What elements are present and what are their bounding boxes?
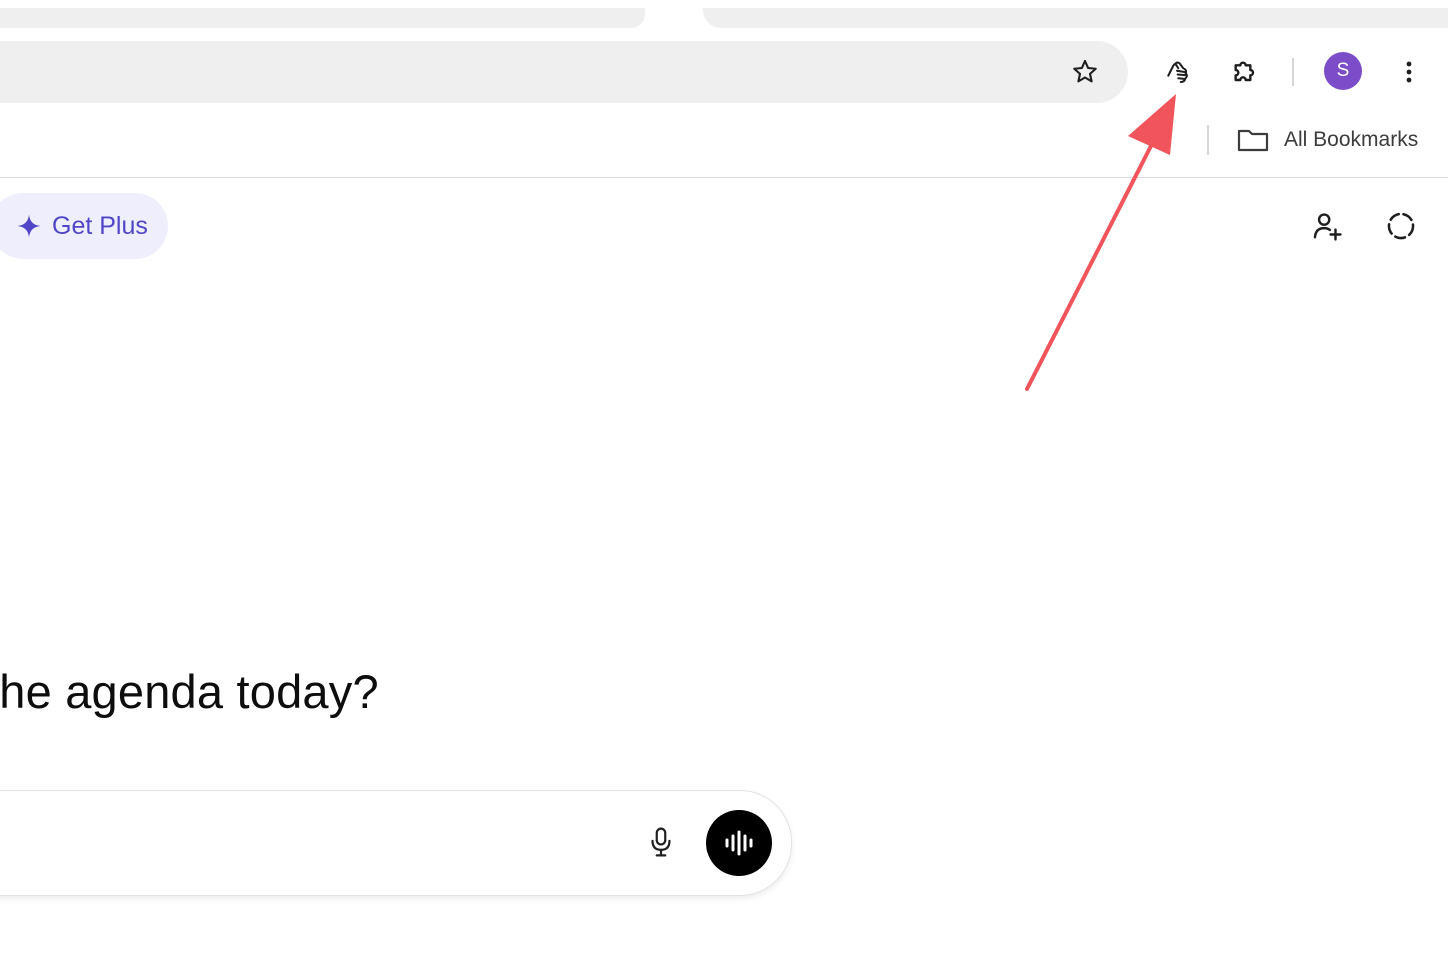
kebab-menu-icon [1406, 61, 1412, 83]
inactive-tab-right[interactable] [703, 8, 1448, 28]
chrome-divider [0, 177, 1448, 178]
folder-icon [1237, 129, 1269, 152]
dictate-button[interactable] [639, 820, 683, 864]
pinned-extension-button[interactable] [1155, 50, 1199, 94]
address-bar[interactable] [0, 41, 1128, 103]
dashed-circle-icon [1387, 212, 1415, 240]
browser-menu-button[interactable] [1387, 50, 1431, 94]
star-icon [1073, 59, 1097, 83]
get-plus-button[interactable]: Get Plus [0, 193, 168, 259]
profile-avatar[interactable]: S [1324, 52, 1362, 90]
avatar-letter: S [1336, 60, 1350, 81]
greeting-heading: the agenda today? [0, 665, 379, 718]
hand-extension-icon [1167, 61, 1188, 83]
all-bookmarks-button[interactable]: All Bookmarks [1236, 122, 1418, 158]
bookmark-star-button[interactable] [1063, 50, 1107, 94]
voice-mode-button[interactable] [706, 810, 772, 876]
all-bookmarks-label: All Bookmarks [1284, 128, 1419, 151]
extensions-button[interactable] [1223, 50, 1267, 94]
puzzle-icon [1234, 61, 1255, 82]
bookmarks-separator [1207, 125, 1209, 155]
add-people-button[interactable] [1305, 204, 1349, 248]
toolbar-separator [1292, 58, 1294, 86]
get-plus-label: Get Plus [52, 211, 148, 240]
microphone-icon [651, 827, 671, 857]
sparkle-icon [17, 214, 41, 238]
voice-wave-icon [725, 830, 753, 856]
inactive-tab-left[interactable] [0, 8, 645, 28]
add-person-icon [1313, 213, 1342, 241]
temporary-chat-button[interactable] [1379, 204, 1423, 248]
